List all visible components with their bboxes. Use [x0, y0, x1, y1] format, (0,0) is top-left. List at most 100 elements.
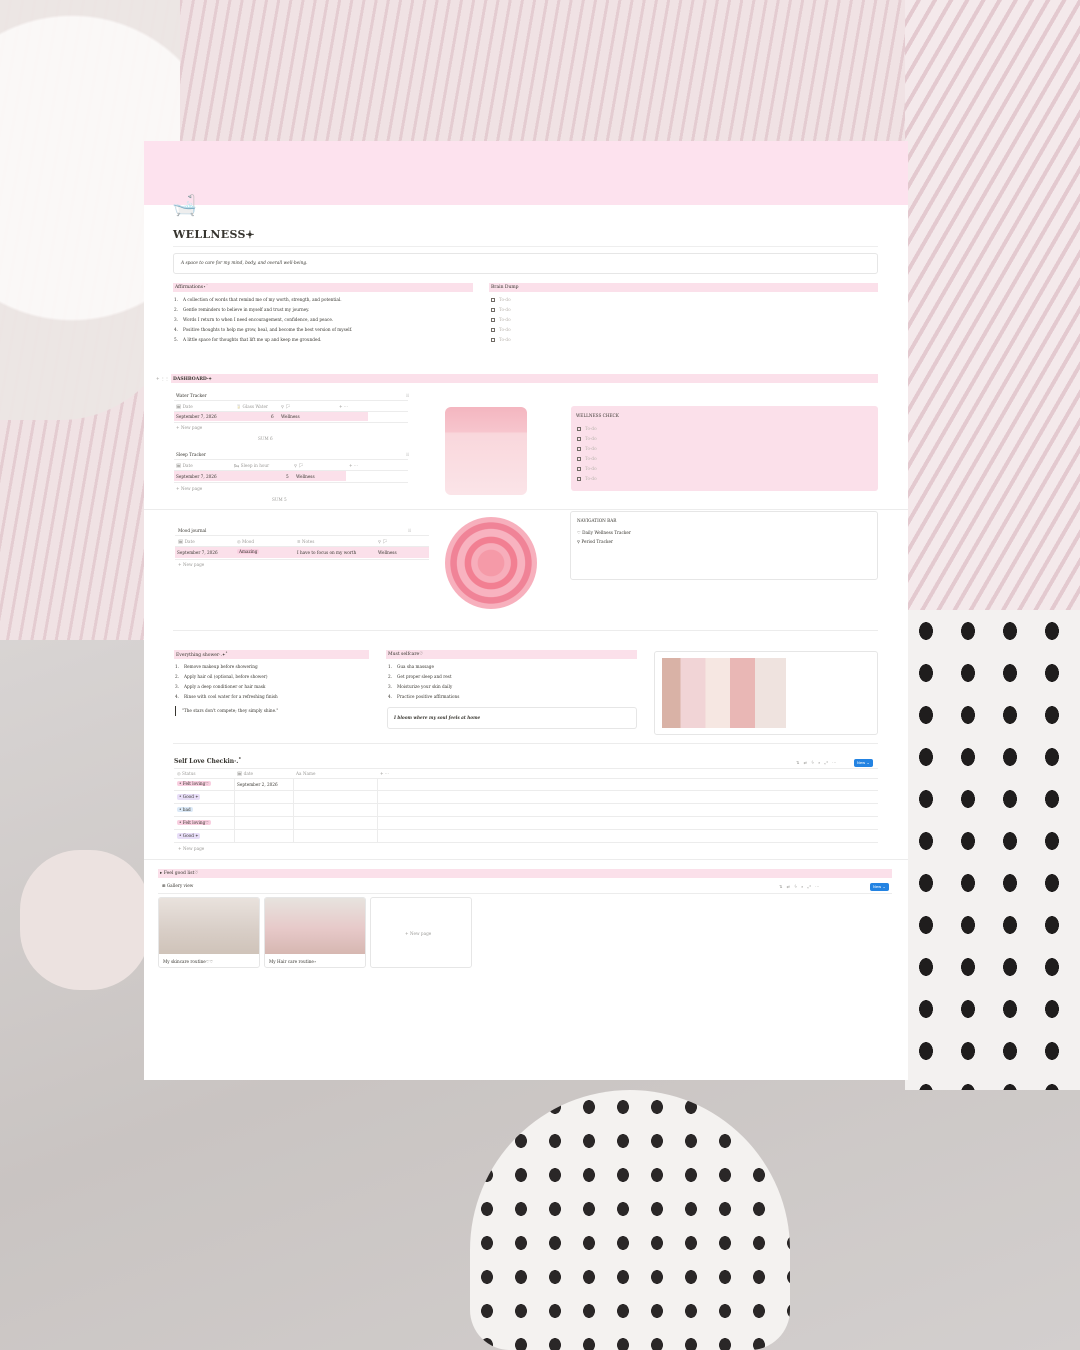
column-header[interactable]: ⚲ 🏳 — [281, 404, 291, 410]
column-header[interactable]: ⚲ 🏳 — [294, 463, 304, 469]
new-page-button[interactable]: + New page — [405, 931, 431, 936]
nav-link-daily-wellness[interactable]: ♡ Daily Wellness Tracker — [577, 530, 631, 535]
more-icon[interactable]: ⠿ — [406, 452, 409, 457]
table-row[interactable]: • Good 𖥔 — [177, 833, 201, 839]
mood-tag[interactable]: Amazing — [237, 549, 260, 554]
column-header[interactable]: Aa Name — [296, 771, 315, 776]
checkbox[interactable] — [577, 456, 581, 461]
column-header[interactable]: 🗓 Date — [176, 404, 193, 410]
row-quantity[interactable]: 6 — [271, 414, 274, 419]
todo-item[interactable]: To-do — [491, 307, 511, 312]
row-date[interactable]: September 2, 2026 — [237, 782, 278, 787]
row-quantity[interactable]: 5 — [286, 474, 289, 479]
nav-link-period-tracker[interactable]: ⚲ Period Tracker — [577, 539, 613, 544]
todo-item[interactable]: To-do — [491, 327, 511, 332]
list-item[interactable]: 4. Practice positive affirmations — [388, 694, 459, 699]
new-page-button[interactable]: + New page — [178, 562, 204, 567]
checkbox[interactable] — [491, 317, 495, 322]
todo-item[interactable]: To-do — [577, 426, 597, 431]
selfcare-heading[interactable]: Must selfcare♡ — [386, 650, 637, 659]
list-item[interactable]: 4. Positive thoughts to help me grow, hea… — [174, 327, 352, 332]
add-column-icon[interactable]: + ⋯ — [339, 404, 348, 409]
row-notes[interactable]: I have to focus on my worth — [297, 550, 356, 555]
checkbox[interactable] — [491, 307, 495, 312]
row-tag[interactable]: Wellness — [378, 550, 397, 555]
list-item[interactable]: 1. Remove makeup before showering — [175, 664, 258, 669]
column-header[interactable]: 🥛 Glass Water — [236, 404, 268, 410]
list-item[interactable]: 2. Gentle reminders to believe in myself … — [174, 307, 309, 312]
column-header[interactable]: 🛏 Sleep in hour — [234, 463, 269, 469]
row-tag[interactable]: Wellness — [296, 474, 315, 479]
brain-dump-heading[interactable]: Brain Dump — [489, 283, 878, 292]
todo-item[interactable]: To-do — [577, 466, 597, 471]
affirmations-heading[interactable]: Affirmations⋆˙ — [173, 283, 473, 292]
page-cover[interactable] — [144, 141, 908, 205]
intro-callout[interactable]: A space to care for my mind, body, and o… — [173, 253, 878, 274]
row-date[interactable]: September 7, 2026 — [176, 414, 217, 419]
page-title[interactable]: WELLNESS𖥔 — [173, 227, 254, 242]
table-row[interactable]: • Felt loving♡ — [177, 781, 212, 786]
row-date[interactable]: September 7, 2026 — [176, 474, 217, 479]
checkbox[interactable] — [577, 466, 581, 471]
new-button[interactable]: New ⌄ — [854, 759, 873, 767]
todo-item[interactable]: To-do — [491, 297, 511, 302]
navigation-title[interactable]: NAVIGATION BAR — [577, 518, 616, 523]
more-icon[interactable]: ⠿ — [406, 393, 409, 398]
todo-item[interactable]: To-do — [577, 446, 597, 451]
list-item[interactable]: 2. Get proper sleep and rest — [388, 674, 452, 679]
column-header[interactable]: ◎ Status — [177, 771, 196, 776]
todo-item[interactable]: To-do — [577, 456, 597, 461]
new-button[interactable]: New ⌄ — [870, 883, 889, 891]
checkbox[interactable] — [491, 297, 495, 302]
toolbar-icons[interactable]: ⇅ ⇄ ϟ ⌕ ⤢ ⋯ — [796, 760, 838, 765]
list-item[interactable]: 1. A collection of words that remind me o… — [174, 297, 342, 302]
dashboard-heading[interactable]: DASHBOARD·𖥔 — [171, 374, 878, 383]
new-page-button[interactable]: + New page — [176, 425, 202, 430]
table-row[interactable]: • Felt loving♡ — [177, 820, 212, 825]
drag-handle-icon[interactable]: + ⋮⋮ — [156, 376, 169, 381]
shower-heading[interactable]: Everything shower·.𖥔˚ — [174, 650, 369, 659]
todo-item[interactable]: To-do — [577, 476, 597, 481]
checkbox[interactable] — [577, 446, 581, 451]
column-header[interactable]: ≡ Notes — [297, 539, 314, 544]
column-header[interactable]: 🗓 Date — [176, 463, 193, 469]
sleep-tracker-title[interactable]: Sleep Tracker — [176, 452, 206, 457]
checkbox[interactable] — [577, 436, 581, 441]
list-item[interactable]: 4. Rinse with cool water for a refreshing… — [175, 694, 278, 699]
table-row[interactable]: • Good 𖥔 — [177, 794, 201, 800]
more-icon[interactable]: ⠿ — [408, 528, 411, 533]
bathtub-icon[interactable]: 🛁 — [172, 193, 197, 217]
todo-item[interactable]: To-do — [491, 337, 511, 342]
gallery-view-tab[interactable]: ⊞ Gallery view — [162, 883, 193, 888]
toolbar-icons[interactable]: ⇅ ⇄ ϟ ⌕ ⤢ ⋯ — [779, 884, 821, 889]
add-column-icon[interactable]: + ⋯ — [349, 463, 358, 468]
gallery-card[interactable]: My Hair care routine⋆ — [264, 897, 366, 968]
row-date[interactable]: September 7, 2026 — [177, 550, 218, 555]
wellness-check-title[interactable]: WELLNESS CHECK — [576, 413, 619, 418]
gallery-new-card[interactable]: + New page — [370, 897, 472, 968]
list-item[interactable]: 1. Gua sha massage — [388, 664, 434, 669]
checkbox[interactable] — [491, 327, 495, 332]
quote-text[interactable]: "The stars don't compete; they simply sh… — [182, 708, 278, 713]
feel-good-toggle[interactable]: ▸ Feel good list♡ — [158, 869, 892, 878]
row-tag[interactable]: Wellness — [281, 414, 300, 419]
column-header[interactable]: 🗓 Date — [178, 539, 195, 545]
column-header[interactable]: ⚲ 🏳 — [378, 539, 388, 545]
todo-item[interactable]: To-do — [577, 436, 597, 441]
checkin-title[interactable]: Self Love Checkin·.˚ — [174, 758, 241, 765]
column-header[interactable]: ◎ Mood — [237, 539, 254, 544]
list-item[interactable]: 3. Words I return to when I need encourag… — [174, 317, 333, 322]
water-tracker-title[interactable]: Water Tracker — [176, 393, 207, 398]
checkbox[interactable] — [577, 476, 581, 481]
mood-journal-title[interactable]: Mood journal — [178, 528, 206, 533]
checkbox[interactable] — [577, 426, 581, 431]
new-page-button[interactable]: + New page — [178, 846, 204, 851]
list-item[interactable]: 5. A little space for thoughts that lift … — [174, 337, 321, 342]
add-column-icon[interactable]: + ⋯ — [380, 771, 389, 776]
list-item[interactable]: 2. Apply hair oil (optional, before showe… — [175, 674, 268, 679]
column-header[interactable]: 🗓 date — [237, 771, 253, 777]
todo-item[interactable]: To-do — [491, 317, 511, 322]
table-row[interactable]: • bad — [177, 807, 193, 812]
list-item[interactable]: 3. Apply a deep conditioner or hair mask — [175, 684, 265, 689]
list-item[interactable]: 3. Moisturize your skin daily — [388, 684, 452, 689]
